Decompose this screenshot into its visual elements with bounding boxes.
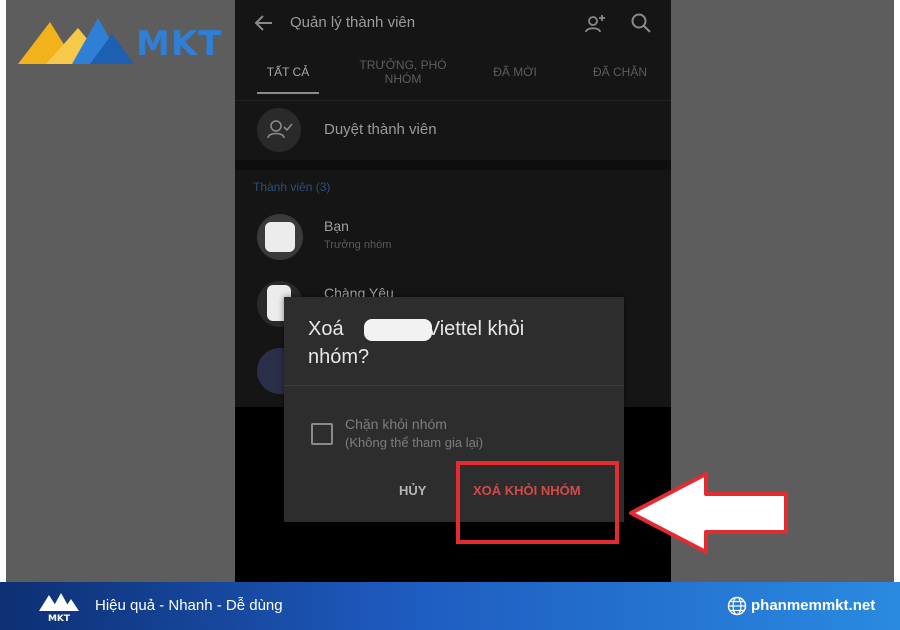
add-member-icon[interactable] (583, 12, 607, 36)
app-bar: Quản lý thành viên (235, 0, 671, 46)
cancel-button[interactable]: HỦY (399, 483, 426, 498)
dialog-title-part2: Viettel khỏi (426, 318, 525, 340)
globe-icon (727, 596, 747, 616)
member-name: Bạn (324, 218, 349, 234)
brand-logo: MKT (16, 14, 221, 66)
dialog-title: Xoá Viettel khỏi nhóm? (308, 315, 608, 371)
footer-logo-text: MKT (48, 614, 71, 623)
member-row[interactable]: Bạn Trưởng nhóm (235, 206, 671, 266)
section-divider (235, 160, 671, 170)
tab-blocked[interactable]: ĐÃ CHẶN (580, 52, 660, 92)
redacted-name (364, 319, 432, 341)
footer-website-link[interactable]: phanmemmkt.net (751, 597, 875, 614)
page-title: Quản lý thành viên (290, 14, 416, 31)
back-arrow-icon[interactable] (253, 12, 275, 34)
approve-members-icon (257, 108, 301, 152)
dialog-divider (284, 385, 624, 386)
block-checkbox-sublabel: (Không thể tham gia lại) (345, 435, 484, 450)
brand-logo-text: MKT (136, 24, 223, 64)
highlight-box (456, 461, 619, 544)
tab-all[interactable]: TẤT CẢ (257, 52, 319, 92)
pointer-arrow-icon (629, 472, 788, 554)
divider (235, 100, 671, 101)
dialog-title-part1: Xoá (308, 318, 344, 340)
active-tab-indicator (257, 92, 319, 94)
tab-admins[interactable]: TRƯỞNG, PHÓ NHÓM (353, 52, 453, 92)
search-icon[interactable] (630, 12, 652, 34)
dialog-title-part3: nhóm? (308, 346, 370, 368)
block-checkbox-label: Chặn khỏi nhóm (345, 416, 447, 432)
approve-members-row[interactable]: Duyệt thành viên (235, 103, 671, 157)
footer-slogan: Hiệu quả - Nhanh - Dễ dùng (95, 597, 283, 614)
avatar (257, 214, 303, 260)
tab-invited[interactable]: ĐÃ MỜI (475, 52, 555, 92)
block-checkbox[interactable] (311, 423, 333, 445)
member-role: Trưởng nhóm (324, 239, 392, 251)
mountain-logo-icon (18, 18, 134, 64)
approve-members-label: Duyệt thành viên (324, 121, 437, 138)
tab-bar: TẤT CẢ TRƯỞNG, PHÓ NHÓM ĐÃ MỜI ĐÃ CHẶN (235, 52, 671, 96)
footer-bar: MKT Hiệu quả - Nhanh - Dễ dùng phanmemmk… (0, 582, 900, 630)
members-section-label: Thành viên (3) (253, 180, 331, 194)
footer-logo-icon: MKT (39, 593, 79, 623)
